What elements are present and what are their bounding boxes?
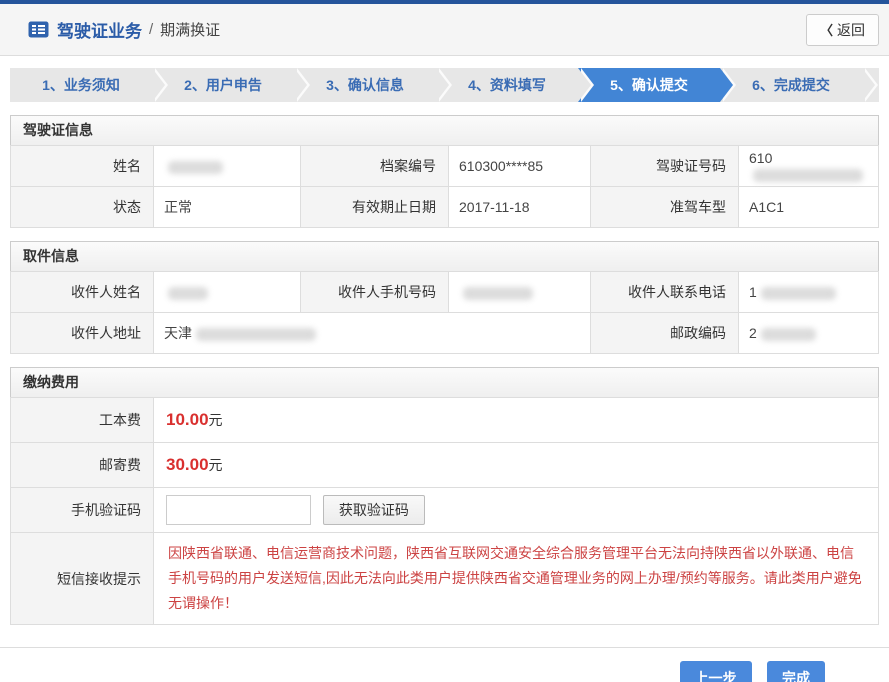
- sms-notice-cell: 因陕西省联通、电信运营商技术问题，陕西省互联网交通安全综合服务管理平台无法向持陕…: [154, 533, 879, 625]
- sms-notice-text: 因陕西省联通、电信运营商技术问题，陕西省互联网交通安全综合服务管理平台无法向持陕…: [164, 533, 868, 624]
- captcha-label: 手机验证码: [11, 488, 154, 533]
- sms-notice-label: 短信接收提示: [11, 533, 154, 625]
- previous-step-button[interactable]: 上一步: [680, 661, 752, 682]
- finish-button[interactable]: 完成: [767, 661, 825, 682]
- redacted-address: [196, 328, 316, 341]
- redacted-mobile: [463, 287, 533, 300]
- footer-actions: 上一步 完成: [0, 647, 889, 682]
- file-no-value: 610300****85: [449, 146, 591, 187]
- mobile-label: 收件人手机号码: [301, 272, 449, 313]
- postage-fee-value: 30.00元: [154, 443, 879, 488]
- section-license-info: 驾驶证信息 姓名 档案编号 610300****85 驾驶证号码 610 状态 …: [10, 115, 879, 228]
- back-button[interactable]: 〈 返回: [806, 14, 879, 46]
- step-5-confirm-submit[interactable]: 5、确认提交: [578, 68, 720, 102]
- redacted-license-no: [753, 169, 863, 182]
- breadcrumb-current: 期满换证: [160, 19, 220, 40]
- table-row: 收件人姓名 收件人手机号码 收件人联系电话 1: [11, 272, 879, 313]
- redacted-phone: [761, 287, 836, 300]
- table-row: 状态 正常 有效期止日期 2017-11-18 准驾车型 A1C1: [11, 187, 879, 228]
- postal-label: 邮政编码: [591, 313, 739, 354]
- production-fee-unit: 元: [209, 412, 223, 428]
- file-no-label: 档案编号: [301, 146, 449, 187]
- section-pickup-title: 取件信息: [10, 241, 879, 271]
- step-6-complete-submit[interactable]: 6、完成提交: [720, 68, 862, 102]
- postal-value: 2: [739, 313, 879, 354]
- expiry-label: 有效期止日期: [301, 187, 449, 228]
- table-row: 收件人地址 天津 邮政编码 2: [11, 313, 879, 354]
- page-title: 驾驶证业务: [57, 17, 142, 42]
- production-fee-value: 10.00元: [154, 398, 879, 443]
- captcha-cell: 获取验证码: [154, 488, 879, 533]
- back-label: 返回: [837, 20, 865, 40]
- table-row: 手机验证码 获取验证码: [11, 488, 879, 533]
- license-info-table: 姓名 档案编号 610300****85 驾驶证号码 610 状态 正常 有效期…: [10, 145, 879, 228]
- license-list-icon: [28, 21, 49, 38]
- section-fees: 缴纳费用 工本费 10.00元 邮寄费 30.00元 手机验证码 获取验证码 短…: [10, 367, 879, 625]
- name-label: 姓名: [11, 146, 154, 187]
- production-fee-amount: 10.00: [166, 410, 209, 429]
- redacted-postal: [761, 328, 816, 341]
- recipient-name-label: 收件人姓名: [11, 272, 154, 313]
- table-row: 短信接收提示 因陕西省联通、电信运营商技术问题，陕西省互联网交通安全综合服务管理…: [11, 533, 879, 625]
- step-3-confirm-info[interactable]: 3、确认信息: [294, 68, 436, 102]
- status-value: 正常: [154, 187, 301, 228]
- table-row: 姓名 档案编号 610300****85 驾驶证号码 610: [11, 146, 879, 187]
- mobile-value: [449, 272, 591, 313]
- redacted-name: [168, 161, 223, 174]
- page-header: 驾驶证业务 / 期满换证 〈 返回: [0, 4, 889, 56]
- postage-fee-unit: 元: [209, 457, 223, 473]
- section-license-title: 驾驶证信息: [10, 115, 879, 145]
- section-pickup-info: 取件信息 收件人姓名 收件人手机号码 收件人联系电话 1 收件人地址 天津 邮政…: [10, 241, 879, 354]
- vehicle-class-value: A1C1: [739, 187, 879, 228]
- captcha-input[interactable]: [166, 495, 311, 525]
- step-4-fill-data[interactable]: 4、资料填写: [436, 68, 578, 102]
- recipient-name-value: [154, 272, 301, 313]
- step-1-business-notes[interactable]: 1、业务须知: [10, 68, 152, 102]
- name-value: [154, 146, 301, 187]
- step-2-user-declaration[interactable]: 2、用户申告: [152, 68, 294, 102]
- vehicle-class-label: 准驾车型: [591, 187, 739, 228]
- breadcrumb-divider: /: [149, 21, 153, 38]
- phone-label: 收件人联系电话: [591, 272, 739, 313]
- pickup-info-table: 收件人姓名 收件人手机号码 收件人联系电话 1 收件人地址 天津 邮政编码 2: [10, 271, 879, 354]
- license-no-value: 610: [739, 146, 879, 187]
- license-no-label: 驾驶证号码: [591, 146, 739, 187]
- back-chevron-icon: 〈: [820, 20, 833, 39]
- address-label: 收件人地址: [11, 313, 154, 354]
- phone-value: 1: [739, 272, 879, 313]
- section-fees-title: 缴纳费用: [10, 367, 879, 397]
- production-fee-label: 工本费: [11, 398, 154, 443]
- fees-table: 工本费 10.00元 邮寄费 30.00元 手机验证码 获取验证码 短信接收提示…: [10, 397, 879, 625]
- postage-fee-label: 邮寄费: [11, 443, 154, 488]
- get-code-button[interactable]: 获取验证码: [323, 495, 425, 525]
- status-label: 状态: [11, 187, 154, 228]
- redacted-recipient-name: [168, 287, 208, 300]
- postage-fee-amount: 30.00: [166, 455, 209, 474]
- address-value: 天津: [154, 313, 591, 354]
- table-row: 工本费 10.00元: [11, 398, 879, 443]
- table-row: 邮寄费 30.00元: [11, 443, 879, 488]
- expiry-value: 2017-11-18: [449, 187, 591, 228]
- wizard-steps: 1、业务须知 2、用户申告 3、确认信息 4、资料填写 5、确认提交 6、完成提…: [10, 68, 879, 102]
